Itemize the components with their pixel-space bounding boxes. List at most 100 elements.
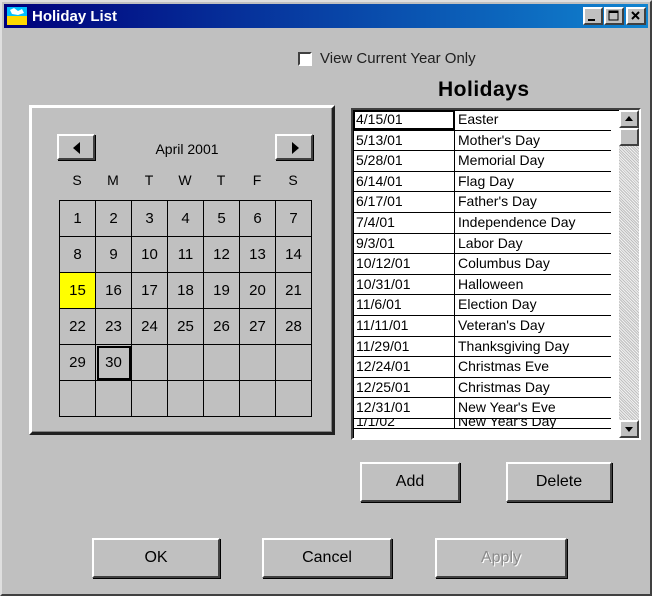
holiday-date-cell[interactable]: 10/31/01 <box>353 274 455 295</box>
holiday-date-cell[interactable]: 6/17/01 <box>353 192 455 212</box>
holiday-date-cell[interactable]: 11/29/01 <box>353 336 455 357</box>
title-bar[interactable]: Holiday List <box>4 4 648 28</box>
holiday-date-cell[interactable]: 7/4/01 <box>353 212 455 233</box>
calendar-day[interactable]: 18 <box>168 273 204 309</box>
calendar-day[interactable]: 9 <box>96 237 132 273</box>
calendar-day[interactable]: 21 <box>276 273 312 309</box>
calendar-day[interactable]: 1 <box>60 201 96 237</box>
holiday-name-cell[interactable]: Flag Day <box>455 172 611 192</box>
holiday-name-cell[interactable]: Memorial Day <box>455 151 611 171</box>
close-button[interactable] <box>626 7 646 25</box>
holiday-name-cell[interactable]: Christmas Day <box>455 378 611 398</box>
weekday-label: T <box>144 172 154 188</box>
calendar-day[interactable]: 6 <box>240 201 276 237</box>
holiday-row[interactable]: 11/29/01 Thanksgiving Day <box>353 336 611 358</box>
calendar-day[interactable]: 24 <box>132 309 168 345</box>
calendar-day[interactable]: 30 <box>96 345 132 381</box>
holiday-date-cell[interactable]: 4/15/01 <box>353 110 455 130</box>
delete-button[interactable]: Delete <box>506 462 612 502</box>
cancel-button[interactable]: Cancel <box>262 538 392 578</box>
calendar-day[interactable]: 14 <box>276 237 312 273</box>
holiday-date-cell[interactable]: 11/6/01 <box>353 295 455 315</box>
calendar-day[interactable]: 4 <box>168 201 204 237</box>
holiday-name-cell[interactable]: New Year's Eve <box>455 398 611 418</box>
calendar-day[interactable]: 20 <box>240 273 276 309</box>
calendar-day[interactable]: 22 <box>60 309 96 345</box>
holiday-date-cell[interactable]: 5/28/01 <box>353 151 455 171</box>
holiday-date-cell[interactable]: 6/14/01 <box>353 171 455 192</box>
calendar-empty-cell <box>240 381 276 417</box>
holiday-date-cell[interactable]: 9/3/01 <box>353 233 455 254</box>
calendar-day[interactable]: 26 <box>204 309 240 345</box>
scroll-down-button[interactable] <box>619 420 639 438</box>
holiday-row[interactable]: 7/4/01 Independence Day <box>353 212 611 234</box>
holiday-date-cell[interactable]: 12/24/01 <box>353 357 455 377</box>
calendar-day[interactable]: 23 <box>96 309 132 345</box>
holiday-row[interactable]: 5/13/01 Mother's Day <box>353 130 611 152</box>
holiday-row[interactable]: 10/12/01 Columbus Day <box>353 254 611 275</box>
calendar-day[interactable]: 2 <box>96 201 132 237</box>
holiday-date-cell[interactable]: 12/31/01 <box>353 398 455 418</box>
calendar-day[interactable]: 17 <box>132 273 168 309</box>
holiday-row[interactable]: 1/1/02 New Year's Day <box>353 418 611 429</box>
holiday-name-cell[interactable]: Veteran's Day <box>455 316 611 336</box>
calendar-day[interactable]: 15 <box>60 273 96 309</box>
holiday-name-cell[interactable]: Mother's Day <box>455 131 611 151</box>
scroll-up-button[interactable] <box>619 110 639 128</box>
calendar-day[interactable]: 12 <box>204 237 240 273</box>
holiday-row[interactable]: 4/15/01 Easter <box>353 110 611 131</box>
holiday-name-cell[interactable]: Halloween <box>455 275 611 295</box>
apply-button[interactable]: Apply <box>435 538 567 578</box>
maximize-button[interactable] <box>604 7 624 25</box>
minimize-button[interactable] <box>583 7 603 25</box>
calendar-empty-cell <box>132 381 168 417</box>
add-button[interactable]: Add <box>360 462 460 502</box>
calendar-day[interactable]: 16 <box>96 273 132 309</box>
holiday-date-cell[interactable]: 10/12/01 <box>353 254 455 274</box>
holiday-row[interactable]: 10/31/01 Halloween <box>353 274 611 296</box>
holiday-date-cell[interactable]: 1/1/02 <box>353 418 455 428</box>
holiday-row[interactable]: 12/24/01 Christmas Eve <box>353 357 611 378</box>
holiday-row[interactable]: 6/14/01 Flag Day <box>353 171 611 193</box>
holiday-name-cell[interactable]: Easter <box>455 110 611 130</box>
holiday-name-cell[interactable]: Father's Day <box>455 192 611 212</box>
scroll-thumb[interactable] <box>619 128 639 146</box>
holiday-date-cell[interactable]: 12/25/01 <box>353 377 455 398</box>
holiday-row[interactable]: 12/31/01 New Year's Eve <box>353 398 611 419</box>
calendar-day[interactable]: 19 <box>204 273 240 309</box>
calendar-day[interactable]: 28 <box>276 309 312 345</box>
holiday-name-cell[interactable]: Labor Day <box>455 234 611 254</box>
holiday-name-cell[interactable]: New Year's Day <box>455 419 611 428</box>
holiday-row[interactable]: 9/3/01 Labor Day <box>353 233 611 255</box>
holiday-row[interactable]: 12/25/01 Christmas Day <box>353 377 611 399</box>
ok-button[interactable]: OK <box>92 538 220 578</box>
holiday-date-cell[interactable]: 11/11/01 <box>353 315 455 336</box>
holiday-date-cell[interactable]: 5/13/01 <box>353 130 455 151</box>
vertical-scrollbar[interactable] <box>619 110 639 438</box>
next-month-button[interactable] <box>275 134 313 160</box>
previous-month-button[interactable] <box>57 134 95 160</box>
checkbox-box[interactable] <box>298 51 312 66</box>
calendar-day[interactable]: 7 <box>276 201 312 237</box>
holiday-row[interactable]: 6/17/01 Father's Day <box>353 192 611 213</box>
holiday-name-cell[interactable]: Christmas Eve <box>455 357 611 377</box>
calendar-day[interactable]: 25 <box>168 309 204 345</box>
view-current-year-label: View Current Year Only <box>320 50 476 67</box>
holiday-name-cell[interactable]: Election Day <box>455 295 611 315</box>
calendar-day[interactable]: 29 <box>60 345 96 381</box>
holiday-name-cell[interactable]: Thanksgiving Day <box>455 337 611 357</box>
holiday-row[interactable]: 5/28/01 Memorial Day <box>353 151 611 172</box>
calendar-day[interactable]: 13 <box>240 237 276 273</box>
holiday-name-cell[interactable]: Independence Day <box>455 213 611 233</box>
calendar-day[interactable]: 3 <box>132 201 168 237</box>
holiday-row[interactable]: 11/6/01 Election Day <box>353 295 611 316</box>
calendar-day[interactable]: 10 <box>132 237 168 273</box>
holiday-name-cell[interactable]: Columbus Day <box>455 254 611 274</box>
calendar-empty-cell <box>276 345 312 381</box>
calendar-day[interactable]: 5 <box>204 201 240 237</box>
calendar-day[interactable]: 8 <box>60 237 96 273</box>
view-current-year-checkbox[interactable]: View Current Year Only <box>298 50 476 67</box>
holiday-row[interactable]: 11/11/01 Veteran's Day <box>353 315 611 337</box>
calendar-day[interactable]: 11 <box>168 237 204 273</box>
calendar-day[interactable]: 27 <box>240 309 276 345</box>
